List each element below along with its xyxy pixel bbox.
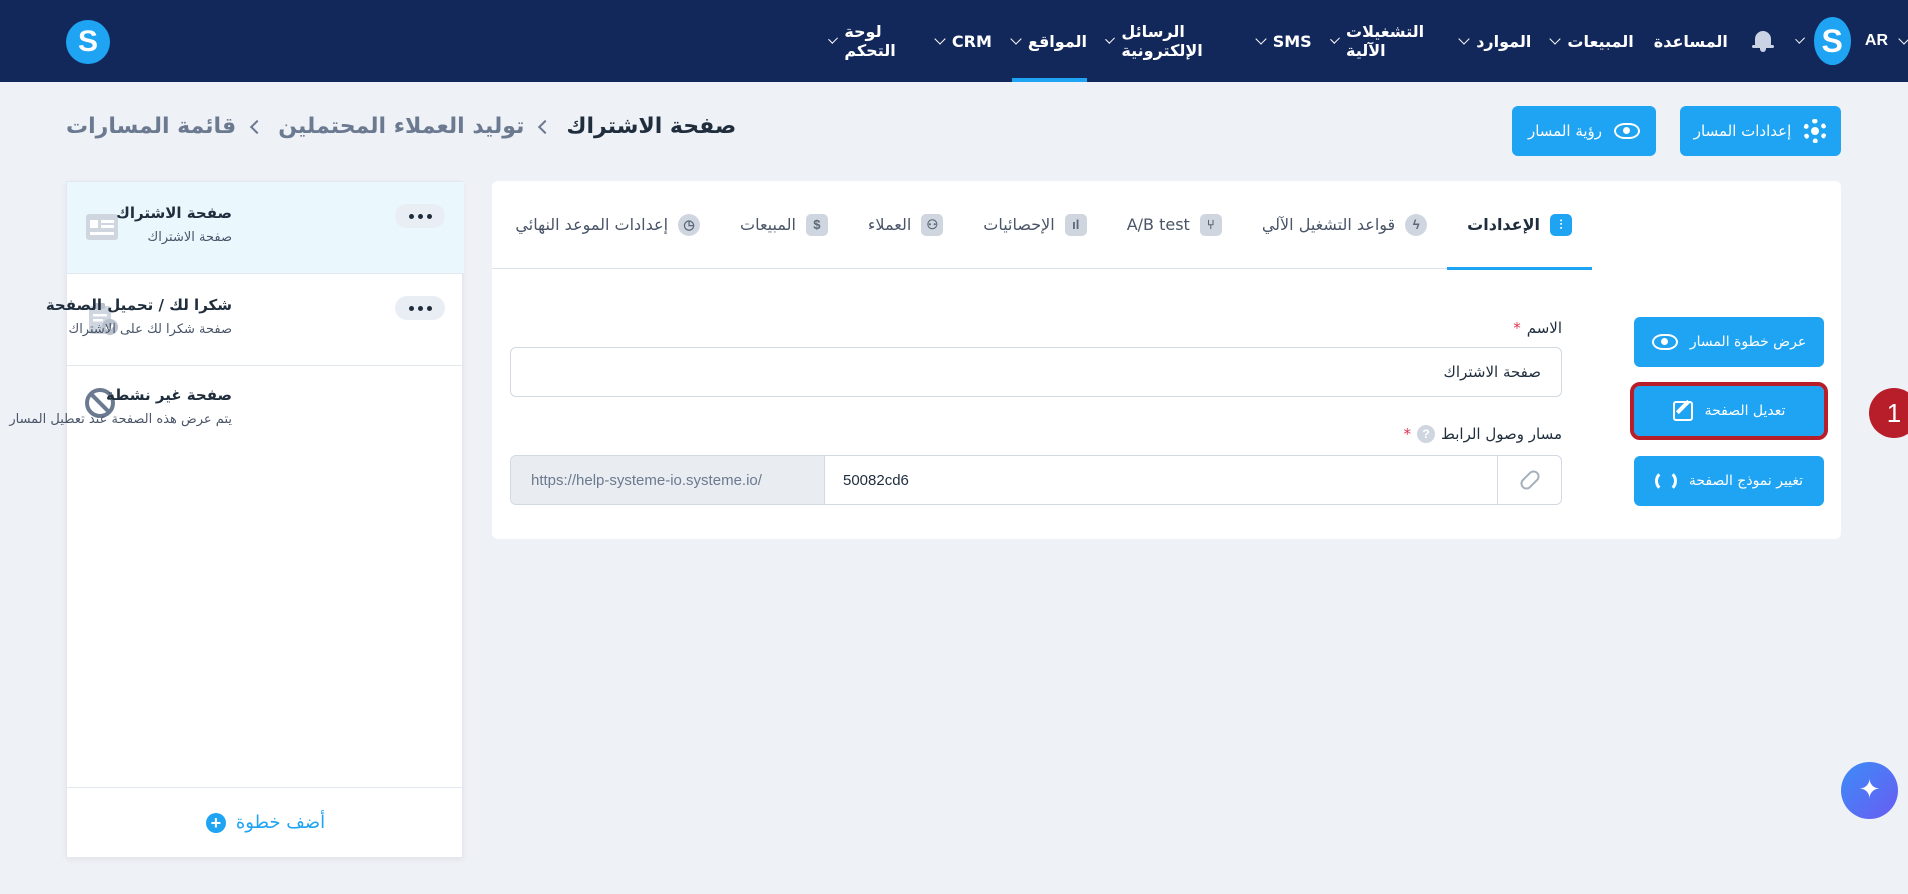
breadcrumb-funnels-list[interactable]: قائمة المسارات (66, 114, 236, 139)
view-funnel-button[interactable]: رؤية المسار (1512, 106, 1656, 156)
edit-page-button[interactable]: تعديل الصفحة (1630, 382, 1828, 440)
chevron-down-icon (1255, 33, 1267, 45)
plus-icon: + (205, 812, 226, 833)
breadcrumb-current-page: صفحة الاشتراك (566, 114, 737, 139)
breadcrumb-lead-generation[interactable]: توليد العملاء المحتملين (278, 114, 524, 139)
view-funnel-label: رؤية المسار (1527, 122, 1603, 140)
nav-sales[interactable]: المبيعات (1541, 0, 1643, 82)
systeme-logo[interactable]: S (66, 20, 110, 64)
step-tabs: إعدادات الموعد النهائي ◷ المبيعات $ العملا… (492, 181, 1592, 270)
add-step-button[interactable]: + أضف خطوة (67, 787, 464, 857)
help-icon[interactable]: ? (1417, 425, 1435, 443)
dollar-icon: $ (805, 213, 828, 236)
chevron-down-icon (1010, 33, 1022, 45)
ai-assistant-button[interactable]: ✦ (1841, 762, 1898, 819)
eye-icon (1614, 123, 1641, 139)
bolt-icon: ϟ (1405, 213, 1428, 236)
name-field[interactable]: صفحة الاشتراك (510, 347, 1562, 397)
refresh-icon (1654, 470, 1677, 492)
nav-sms[interactable]: SMS (1247, 0, 1322, 82)
step-number-badge: 1 (1869, 388, 1908, 438)
step-more-button[interactable] (395, 204, 445, 228)
step-title: صفحة غير نشطة (106, 386, 232, 404)
stats-icon: ıl (1064, 213, 1087, 236)
change-template-button[interactable]: تغيير نموذج الصفحة (1634, 456, 1824, 506)
step-subtitle: صفحة شكرا لك على الاشتراك (68, 322, 232, 337)
step-more-button[interactable] (395, 296, 445, 320)
chevron-down-icon (1898, 33, 1908, 45)
name-label: * الاسم (1513, 319, 1562, 337)
nav-resources[interactable]: الموارد (1450, 0, 1541, 82)
top-navigation-bar: S لوحة التحكم CRM المواقع الرسائل الإلكت… (0, 0, 1908, 82)
user-avatar[interactable]: S (1813, 17, 1851, 65)
tab-contacts[interactable]: العملاء ⚇ (848, 181, 963, 269)
eye-icon (1651, 334, 1678, 350)
chevron-down-icon (828, 33, 839, 45)
link-icon (1517, 467, 1542, 493)
nav-dashboard[interactable]: لوحة التحكم (820, 0, 926, 82)
chevron-down-icon (934, 33, 946, 45)
chevron-down-icon (1105, 33, 1116, 45)
form-page-icon (86, 214, 118, 240)
gear-icon (1803, 119, 1828, 143)
tab-sales[interactable]: المبيعات $ (720, 181, 848, 269)
nav-sites[interactable]: المواقع (1002, 0, 1097, 82)
funnel-settings-button[interactable]: إعدادات المسار (1680, 106, 1841, 156)
chevron-down-icon[interactable] (1795, 33, 1806, 45)
tab-statistics[interactable]: الإحصائيات ıl (963, 181, 1106, 269)
step-title: شكرا لك / تحميل الصفحة (45, 296, 232, 314)
open-link-button[interactable] (1497, 456, 1561, 504)
users-icon: ⚇ (921, 213, 944, 236)
split-icon: ⑂ (1199, 213, 1222, 236)
nav-help[interactable]: المساعدة (1644, 0, 1738, 82)
step-subtitle: يتم عرض هذه الصفحة عند تعطيل المسار (9, 412, 232, 427)
chevron-right-icon (250, 119, 265, 134)
url-slug-input[interactable]: 50082cd6 (825, 456, 1497, 504)
url-path-field: https://help-systeme-io.systeme.io/ 5008… (510, 455, 1562, 505)
chevron-down-icon (1329, 33, 1340, 45)
nav-crm[interactable]: CRM (926, 0, 1002, 82)
path-label: * ? مسار وصول الرابط (1403, 425, 1562, 443)
step-subtitle: صفحة الاشتراك (147, 230, 232, 245)
nav-emails[interactable]: الرسائل الإلكترونية (1097, 0, 1247, 82)
step-settings-card: إعدادات الموعد النهائي ◷ المبيعات $ العملا… (492, 181, 1841, 539)
chevron-down-icon (1549, 33, 1562, 45)
chevron-down-icon (1458, 33, 1470, 45)
url-prefix: https://help-systeme-io.systeme.io/ (511, 456, 825, 504)
nav-automations[interactable]: التشغيلات الآلية (1322, 0, 1451, 82)
add-step-label: أضف خطوة (235, 812, 326, 833)
funnel-settings-label: إعدادات المسار (1693, 122, 1792, 140)
main-nav: لوحة التحكم CRM المواقع الرسائل الإلكترو… (820, 0, 1908, 82)
step-title: صفحة الاشتراك (116, 204, 232, 222)
view-funnel-step-button[interactable]: عرض خطوة المسار (1634, 317, 1824, 367)
edit-icon (1672, 401, 1693, 421)
bell-icon[interactable] (1751, 30, 1774, 52)
tab-deadline-settings[interactable]: إعدادات الموعد النهائي ◷ (495, 181, 720, 269)
step-item-inactive[interactable]: صفحة غير نشطة يتم عرض هذه الصفحة عند تعط… (9, 366, 464, 458)
tab-settings[interactable]: الإعدادات ⫶ (1447, 181, 1592, 270)
clock-icon: ◷ (678, 213, 701, 236)
breadcrumb: قائمة المسارات توليد العملاء المحتملين ص… (66, 114, 736, 139)
settings-sliders-icon: ⫶ (1550, 213, 1572, 236)
tab-automation-rules[interactable]: قواعد التشغيل الآلي ϟ (1242, 181, 1447, 269)
chevron-right-icon (538, 119, 553, 134)
tab-ab-test[interactable]: A/B test ⑂ (1107, 181, 1242, 269)
funnel-steps-panel: صفحة الاشتراك صفحة الاشتراك شكرا لك / تح… (9, 181, 464, 858)
step-item-thank-you[interactable]: شكرا لك / تحميل الصفحة صفحة شكرا لك على … (46, 274, 464, 366)
step-item-optin[interactable]: صفحة الاشتراك صفحة الاشتراك (67, 182, 464, 274)
language-selector[interactable]: AR (1865, 32, 1908, 50)
